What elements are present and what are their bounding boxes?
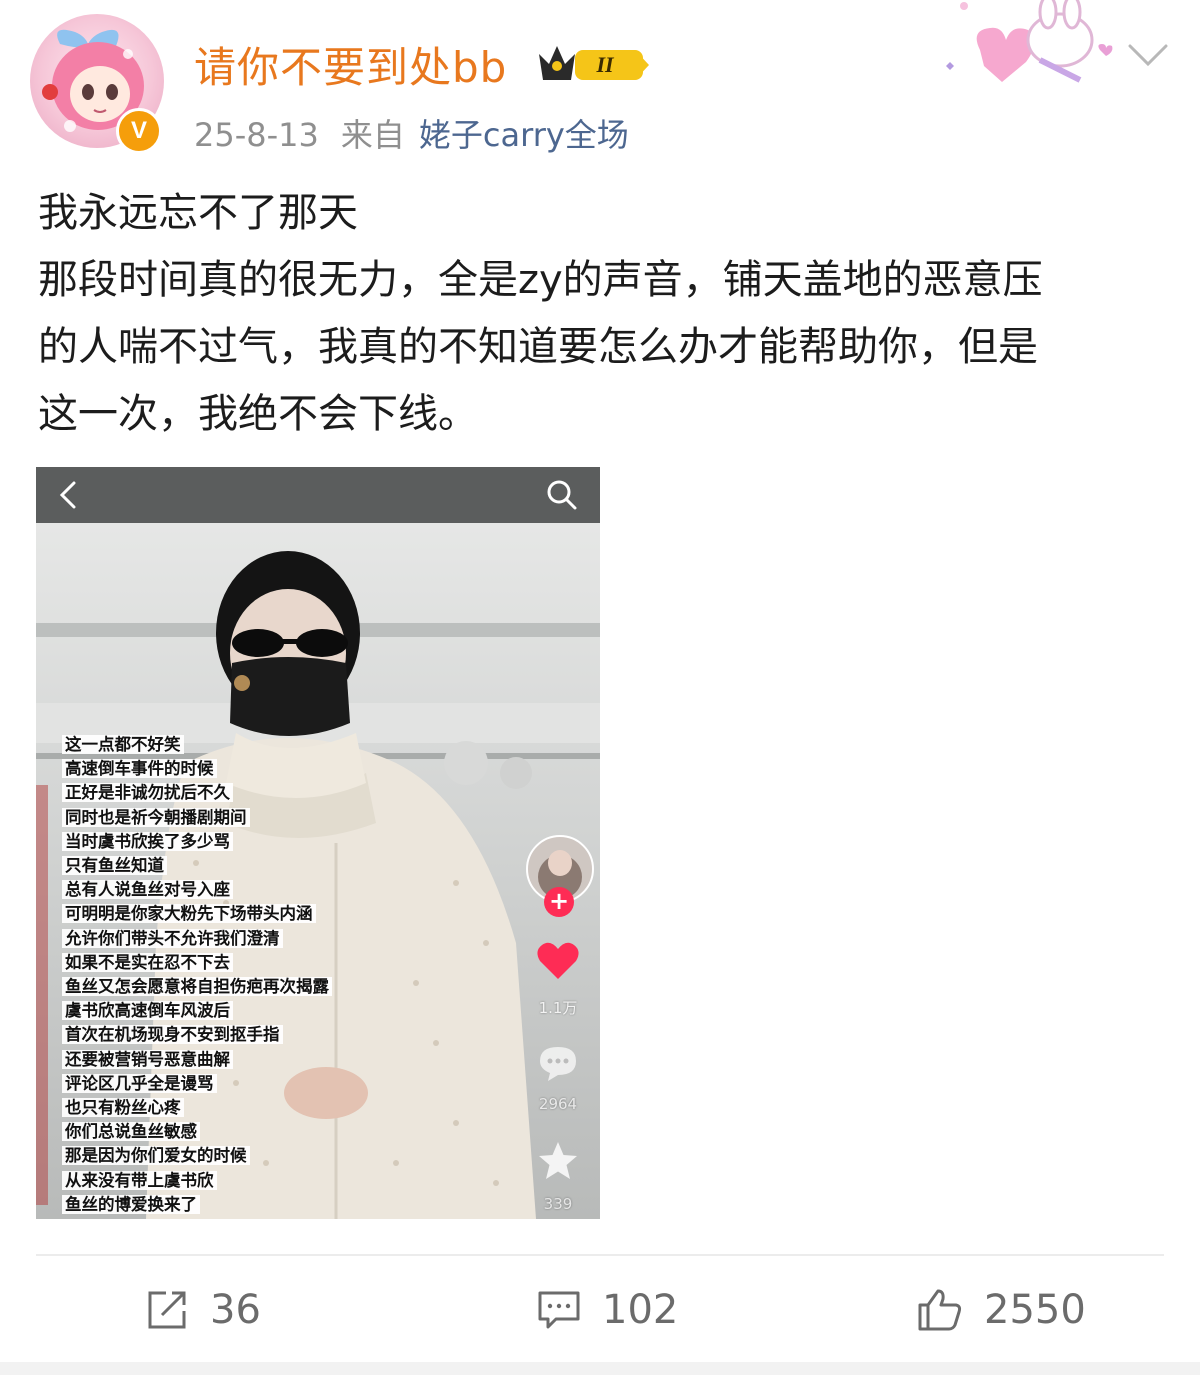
video-comment-count: 2964 bbox=[538, 1095, 578, 1113]
caption-line: 虞书欣高速倒车风波后 bbox=[62, 999, 392, 1023]
post-line: 我永远忘不了那天 bbox=[38, 190, 358, 236]
caption-line: 那是因为你们爱女的时候 bbox=[62, 1144, 392, 1168]
caption-line: 评论区几乎全是谩骂 bbox=[62, 1072, 392, 1096]
back-arrow-icon[interactable] bbox=[56, 479, 80, 511]
caption-line: 还要被营销号恶意曲解 bbox=[62, 1048, 392, 1072]
post-line: 那段时间真的很无力，全是zy的声音，铺天盖地的恶意压 bbox=[38, 257, 1043, 303]
caption-line: 可明明是你家大粉先下场带头内涵 bbox=[62, 902, 392, 926]
level-badge-text: II bbox=[595, 52, 615, 77]
repost-button[interactable]: 36 bbox=[144, 1282, 261, 1338]
comment-count: 102 bbox=[602, 1287, 679, 1333]
decorative-bunny-heart-icon bbox=[946, 0, 1113, 83]
post-source-link[interactable]: 姥子carry全场 bbox=[419, 116, 629, 154]
divider bbox=[36, 1254, 1164, 1256]
search-icon[interactable] bbox=[544, 477, 580, 513]
like-count: 2550 bbox=[984, 1287, 1086, 1333]
comment-icon bbox=[538, 1291, 580, 1329]
verified-badge: V bbox=[116, 108, 162, 154]
post-image[interactable]: 这一点都不好笑 高速倒车事件的时候 正好是非诚勿扰后不久 同时也是祈今朝播剧期间… bbox=[36, 467, 600, 1219]
heart-icon[interactable] bbox=[534, 937, 582, 985]
repost-count: 36 bbox=[210, 1287, 261, 1333]
caption-line: 只有鱼丝知道 bbox=[62, 854, 392, 878]
comment-bubble-icon[interactable] bbox=[536, 1041, 580, 1085]
caption-line: 鱼丝的博爱换来了 bbox=[62, 1193, 392, 1217]
caption-line: 从来没有带上虞书欣 bbox=[62, 1169, 392, 1193]
caption-line: 同时也是祈今朝播剧期间 bbox=[62, 806, 392, 830]
post-line: 的人喘不过气，我真的不知道要怎么办才能帮助你，但是 bbox=[38, 324, 1038, 370]
star-icon[interactable] bbox=[536, 1139, 580, 1183]
comment-button[interactable]: 102 bbox=[536, 1282, 678, 1338]
caption-line: 正好是非诚勿扰后不久 bbox=[62, 781, 392, 805]
caption-line: 总有人说鱼丝对号入座 bbox=[62, 878, 392, 902]
follow-button[interactable]: + bbox=[544, 887, 574, 917]
thumbs-up-icon bbox=[918, 1289, 962, 1331]
video-favorite-count: 339 bbox=[543, 1195, 573, 1213]
caption-line: 鱼丝又怎会愿意将自担伤疤再次揭露 bbox=[62, 975, 392, 999]
caption-line: 高速倒车事件的时候 bbox=[62, 757, 392, 781]
chevron-down-icon[interactable] bbox=[1124, 36, 1172, 72]
crown-level-badge-icon[interactable]: II bbox=[535, 40, 651, 86]
video-like-count: 1.1万 bbox=[538, 999, 578, 1017]
caption-line: 当时虞书欣挨了多少骂 bbox=[62, 830, 392, 854]
post-date: 25-8-13 bbox=[194, 116, 319, 154]
caption-line: 这一点都不好笑 bbox=[62, 733, 392, 757]
post-line: 这一次，我绝不会下线。 bbox=[38, 391, 478, 437]
caption-line: 如果不是实在忍不下去 bbox=[62, 951, 392, 975]
username[interactable]: 请你不要到处bb bbox=[194, 34, 507, 95]
post-text: 我永远忘不了那天 那段时间真的很无力，全是zy的声音，铺天盖地的恶意压 的人喘不… bbox=[38, 180, 1168, 448]
from-label: 来自 bbox=[340, 116, 405, 154]
caption-line: 也只有粉丝心疼 bbox=[62, 1096, 392, 1120]
like-button[interactable]: 2550 bbox=[916, 1282, 1086, 1338]
post-meta: 25-8-13 来自 姥子carry全场 bbox=[194, 110, 629, 156]
video-caption-overlay: 这一点都不好笑 高速倒车事件的时候 正好是非诚勿扰后不久 同时也是祈今朝播剧期间… bbox=[62, 733, 392, 1217]
caption-line: 你们总说鱼丝敏感 bbox=[62, 1120, 392, 1144]
caption-line: 首次在机场现身不安到抠手指 bbox=[62, 1023, 392, 1047]
repost-icon bbox=[148, 1291, 186, 1329]
bottom-separator bbox=[0, 1362, 1200, 1375]
caption-line: 允许你们带头不允许我们澄清 bbox=[62, 927, 392, 951]
media-top-bar bbox=[36, 467, 600, 523]
